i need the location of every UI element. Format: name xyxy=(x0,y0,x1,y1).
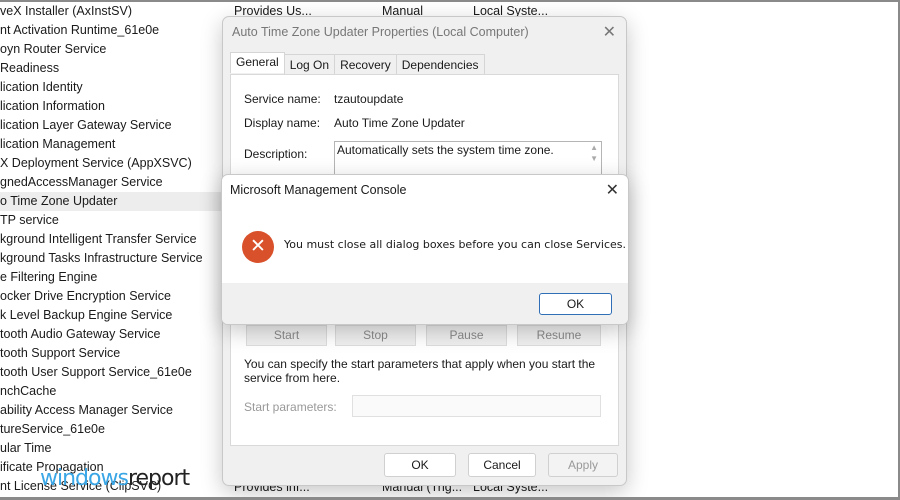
service-row[interactable]: ability Access Manager Service xyxy=(0,401,230,420)
service-row[interactable]: ocker Drive Encryption Service xyxy=(0,287,230,306)
service-row[interactable]: veX Installer (AxInstSV) xyxy=(0,2,230,21)
service-name-value: tzautoupdate xyxy=(334,92,404,106)
close-icon[interactable]: ✕ xyxy=(606,180,619,200)
service-row[interactable]: kground Intelligent Transfer Service xyxy=(0,230,230,249)
tab-general[interactable]: General xyxy=(230,52,285,73)
scroll-arrows-icon[interactable]: ▲ ▼ xyxy=(590,142,598,164)
service-row[interactable]: k Level Backup Engine Service xyxy=(0,306,230,325)
start-params-input[interactable] xyxy=(352,395,601,417)
service-row[interactable]: gnedAccessManager Service xyxy=(0,173,230,192)
error-icon: ✕ xyxy=(242,231,274,263)
start-params-label: Start parameters: xyxy=(244,400,337,414)
service-row[interactable]: TP service xyxy=(0,211,230,230)
resume-button[interactable]: Resume xyxy=(517,325,601,346)
service-row[interactable]: kground Tasks Infrastructure Service xyxy=(0,249,230,268)
dialog-title: Microsoft Management Console xyxy=(230,183,407,197)
service-row[interactable]: Readiness xyxy=(0,59,230,78)
services-list: veX Installer (AxInstSV) nt Activation Ru… xyxy=(0,2,230,496)
start-params-hint: You can specify the start parameters tha… xyxy=(244,357,596,385)
service-row[interactable]: o Time Zone Updater xyxy=(0,192,230,211)
service-row[interactable]: oyn Router Service xyxy=(0,40,230,59)
watermark-logo: windowsreport xyxy=(40,466,190,491)
service-row[interactable]: tooth Support Service xyxy=(0,344,230,363)
ok-button[interactable]: OK xyxy=(384,453,456,477)
description-field[interactable]: Automatically sets the system time zone.… xyxy=(334,141,602,177)
ok-button[interactable]: OK xyxy=(539,293,612,315)
service-row[interactable]: nchCache xyxy=(0,382,230,401)
service-row[interactable]: X Deployment Service (AppXSVC) xyxy=(0,154,230,173)
tab-recovery[interactable]: Recovery xyxy=(334,54,397,75)
description-label: Description: xyxy=(244,147,308,161)
tab-log-on[interactable]: Log On xyxy=(283,54,336,75)
service-row[interactable]: tooth Audio Gateway Service xyxy=(0,325,230,344)
service-row[interactable]: lication Layer Gateway Service xyxy=(0,116,230,135)
mmc-error-dialog: Microsoft Management Console ✕ ✕ You mus… xyxy=(221,174,629,325)
service-row[interactable]: lication Management xyxy=(0,135,230,154)
display-name-label: Display name: xyxy=(244,116,321,130)
close-icon[interactable]: ✕ xyxy=(603,22,616,42)
description-text: Automatically sets the system time zone. xyxy=(337,143,554,157)
service-row[interactable]: tureService_61e0e xyxy=(0,420,230,439)
dialog-title: Auto Time Zone Updater Properties (Local… xyxy=(232,25,529,39)
error-message: You must close all dialog boxes before y… xyxy=(284,238,627,251)
display-name-value: Auto Time Zone Updater xyxy=(334,116,465,130)
service-row[interactable]: lication Information xyxy=(0,97,230,116)
stop-button[interactable]: Stop xyxy=(335,325,416,346)
cancel-button[interactable]: Cancel xyxy=(468,453,536,477)
service-row[interactable]: tooth User Support Service_61e0e xyxy=(0,363,230,382)
service-row[interactable]: lication Identity xyxy=(0,78,230,97)
tab-dependencies[interactable]: Dependencies xyxy=(395,54,485,75)
service-row[interactable]: ular Time xyxy=(0,439,230,458)
pause-button[interactable]: Pause xyxy=(426,325,507,346)
service-row[interactable]: e Filtering Engine xyxy=(0,268,230,287)
apply-button[interactable]: Apply xyxy=(548,453,618,477)
service-row[interactable]: nt Activation Runtime_61e0e xyxy=(0,21,230,40)
service-name-label: Service name: xyxy=(244,92,321,106)
start-button[interactable]: Start xyxy=(246,325,327,346)
